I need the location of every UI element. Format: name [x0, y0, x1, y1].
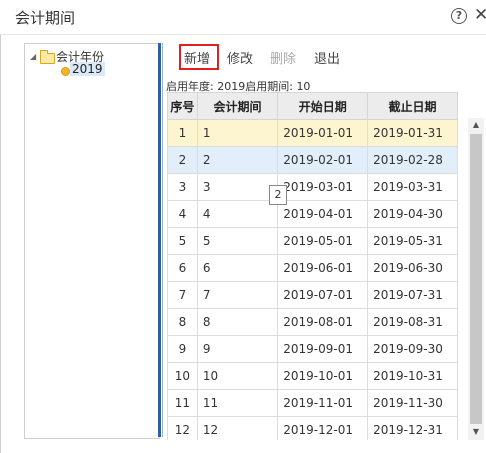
cell-end-date[interactable]: 2019-11-30 [367, 389, 458, 417]
cell-period[interactable]: 3 [196, 173, 279, 201]
cell-start-date[interactable]: 2019-09-01 [277, 335, 369, 363]
cell-end-date[interactable]: 2019-02-28 [367, 146, 458, 174]
cell-index[interactable]: 1 [167, 119, 198, 147]
table-header-row: 序号 会计期间 开始日期 截止日期 [167, 92, 458, 120]
cell-start-date[interactable]: 2019-12-01 [277, 416, 369, 440]
cell-start-date[interactable]: 2019-10-01 [277, 362, 369, 390]
cell-start-date[interactable]: 2019-07-01 [277, 281, 369, 309]
cell-end-date[interactable]: 2019-07-31 [367, 281, 458, 309]
cell-start-date[interactable]: 2019-11-01 [277, 389, 369, 417]
table-row[interactable]: 4 4 2019-04-01 2019-04-30 [167, 200, 458, 228]
column-header-period[interactable]: 会计期间 [196, 92, 279, 120]
cell-index[interactable]: 2 [167, 146, 198, 174]
scroll-down-icon[interactable]: ▼ [468, 425, 484, 439]
title-bar: 会计期间 ? ✕ [0, 0, 486, 35]
table-row[interactable]: 3 3 2019-03-01 2019-03-31 [167, 173, 458, 201]
table-row[interactable]: 12 12 2019-12-01 2019-12-31 [167, 416, 458, 440]
table-row[interactable]: 5 5 2019-05-01 2019-05-31 [167, 227, 458, 255]
cell-period[interactable]: 11 [196, 389, 279, 417]
cell-end-date[interactable]: 2019-01-31 [367, 119, 458, 147]
cell-index[interactable]: 10 [167, 362, 198, 390]
table-row[interactable]: 8 8 2019-08-01 2019-08-31 [167, 308, 458, 336]
edit-button[interactable]: 修改 [227, 48, 253, 67]
cell-end-date[interactable]: 2019-08-31 [367, 308, 458, 336]
scroll-thumb[interactable] [470, 134, 482, 424]
cell-period[interactable]: 8 [196, 308, 279, 336]
tree-node-root[interactable]: ◢ 会计年份 [25, 44, 159, 64]
column-header-start-date[interactable]: 开始日期 [277, 92, 369, 120]
cell-start-date[interactable]: 2019-08-01 [277, 308, 369, 336]
cell-index[interactable]: 11 [167, 389, 198, 417]
cell-end-date[interactable]: 2019-09-30 [367, 335, 458, 363]
column-header-end-date[interactable]: 截止日期 [367, 92, 458, 120]
tooltip: 2 [269, 185, 287, 205]
cell-index[interactable]: 9 [167, 335, 198, 363]
cell-period[interactable]: 7 [196, 281, 279, 309]
window-title: 会计期间 [15, 9, 76, 27]
table-row[interactable]: 9 9 2019-09-01 2019-09-30 [167, 335, 458, 363]
scroll-up-icon[interactable]: ▲ [468, 118, 484, 132]
table-row[interactable]: 6 6 2019-06-01 2019-06-30 [167, 254, 458, 282]
cell-period[interactable]: 6 [196, 254, 279, 282]
table-row[interactable]: 2 2 2019-02-01 2019-02-28 [167, 146, 458, 174]
table-row[interactable]: 11 11 2019-11-01 2019-11-30 [167, 389, 458, 417]
delete-button[interactable]: 删除 [270, 48, 296, 67]
period-grid: 序号 会计期间 开始日期 截止日期 1 1 2019-01-01 2019-01-31… [167, 92, 458, 440]
tree-node-2019[interactable]: 2019 [70, 62, 105, 76]
cell-end-date[interactable]: 2019-04-30 [367, 200, 458, 228]
table-row[interactable]: 7 7 2019-07-01 2019-07-31 [167, 281, 458, 309]
cell-period[interactable]: 12 [196, 416, 279, 440]
help-circle-icon[interactable]: ? [451, 8, 467, 24]
cell-start-date[interactable]: 2019-04-01 [277, 200, 369, 228]
cell-index[interactable]: 4 [167, 200, 198, 228]
year-tree-panel: ◢ 会计年份 [24, 43, 160, 439]
cell-end-date[interactable]: 2019-06-30 [367, 254, 458, 282]
column-header-index[interactable]: 序号 [167, 92, 198, 120]
window-left-border [0, 35, 1, 453]
close-icon[interactable]: ✕ [474, 5, 486, 25]
cell-index[interactable]: 5 [167, 227, 198, 255]
cell-end-date[interactable]: 2019-03-31 [367, 173, 458, 201]
panel-splitter[interactable] [158, 43, 161, 437]
panel-splitter-edge [162, 43, 163, 437]
cell-period[interactable]: 2 [196, 146, 279, 174]
table-row[interactable]: 1 1 2019-01-01 2019-01-31 [167, 119, 458, 147]
vertical-scrollbar[interactable]: ▲ ▼ [468, 118, 484, 440]
cell-index[interactable]: 12 [167, 416, 198, 440]
cell-index[interactable]: 6 [167, 254, 198, 282]
cell-period[interactable]: 9 [196, 335, 279, 363]
cell-start-date[interactable]: 2019-06-01 [277, 254, 369, 282]
cell-end-date[interactable]: 2019-12-31 [367, 416, 458, 440]
cell-period[interactable]: 4 [196, 200, 279, 228]
cell-period[interactable]: 10 [196, 362, 279, 390]
cell-index[interactable]: 8 [167, 308, 198, 336]
cell-period[interactable]: 1 [196, 119, 279, 147]
add-button-highlight [179, 44, 219, 70]
table-row[interactable]: 10 10 2019-10-01 2019-10-31 [167, 362, 458, 390]
cell-end-date[interactable]: 2019-10-31 [367, 362, 458, 390]
dot-icon [61, 67, 70, 76]
folder-icon [40, 50, 55, 64]
cell-start-date[interactable]: 2019-02-01 [277, 146, 369, 174]
cell-end-date[interactable]: 2019-05-31 [367, 227, 458, 255]
period-table: 序号 会计期间 开始日期 截止日期 1 1 2019-01-01 2019-01-31… [167, 92, 458, 440]
cell-start-date[interactable]: 2019-03-01 [277, 173, 369, 201]
cell-start-date[interactable]: 2019-05-01 [277, 227, 369, 255]
cell-index[interactable]: 3 [167, 173, 198, 201]
exit-button[interactable]: 退出 [314, 48, 340, 67]
cell-index[interactable]: 7 [167, 281, 198, 309]
collapse-triangle-icon[interactable]: ◢ [30, 52, 36, 61]
cell-period[interactable]: 5 [196, 227, 279, 255]
cell-start-date[interactable]: 2019-01-01 [277, 119, 369, 147]
